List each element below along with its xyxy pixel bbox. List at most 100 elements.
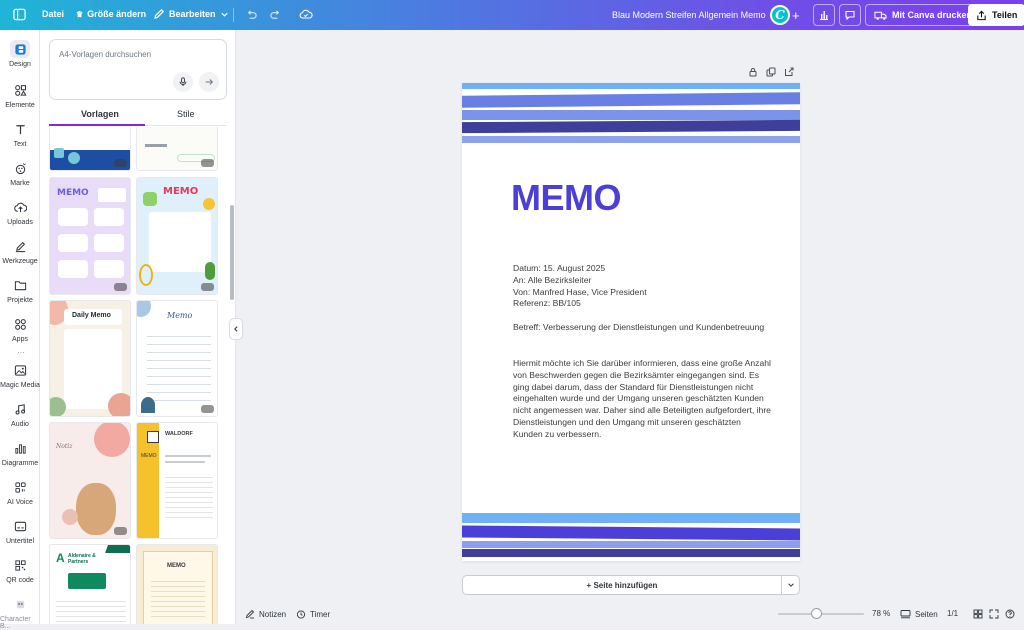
rail-label-text: Text [13,141,27,148]
left-rail: Design Elemente Text Marke Uploads Werkz… [0,30,40,630]
design-icon [14,43,26,55]
resize-button[interactable]: ♛ Größe ändern [76,9,146,19]
pages-label: Seiten [915,609,938,619]
rail-item-audio[interactable]: Audio [0,400,40,428]
rail-item-apps[interactable]: Apps [0,315,40,343]
crown-icon: ♛ [76,9,84,19]
zoom-level[interactable]: 78 % [872,609,890,618]
redo-icon [270,10,280,19]
zoom-slider-handle[interactable] [811,608,823,619]
comment-icon [845,10,855,21]
redo-button[interactable] [269,8,282,21]
panel-tabs: Vorlagen Stile [49,106,227,126]
memo-page[interactable]: MEMO Datum: 15. August 2025 An: Alle Bez… [462,83,800,561]
notes-button[interactable]: Notizen [245,609,286,619]
zoom-value: 78 % [872,609,891,618]
rail-label-qr-code: QR code [6,577,34,584]
chevron-left-icon [234,326,238,332]
rail-item-charts[interactable]: Diagramme [0,439,40,467]
template-thumb[interactable]: Daily Memo [49,300,131,417]
memo-from: Von: Manfred Hase, Vice President [513,286,647,297]
undo-button[interactable] [245,8,258,21]
stripe [462,110,800,120]
rail-item-character[interactable]: Character B... [0,595,40,630]
document-title[interactable]: Blau Modern Streifen Allgemein Memo [612,10,766,20]
rail-item-elements[interactable]: Elemente [0,81,40,109]
cloud-save-button[interactable] [299,8,313,21]
share-icon [977,10,986,20]
panel-scrollbar[interactable] [230,205,234,300]
search-box[interactable]: A4-Vorlagen durchsuchen [49,39,227,100]
insights-button[interactable] [813,4,835,26]
add-page-options-button[interactable] [781,575,800,595]
memo-title[interactable]: MEMO [511,177,622,219]
collapse-panel-button[interactable] [229,318,243,340]
grid-view-button[interactable] [973,609,983,619]
edit-menu[interactable]: Bearbeiten [153,8,229,20]
sidebar-toggle-icon [13,8,26,21]
help-button[interactable] [1005,609,1015,619]
search-submit-button[interactable] [199,72,219,92]
stripe [462,525,800,541]
edit-label: Bearbeiten [169,9,216,19]
rail-label-brand: Marke [10,180,30,187]
voice-search-button[interactable] [173,72,193,92]
ai-voice-icon [14,481,26,493]
divider [233,8,234,22]
rail-item-brand[interactable]: Marke [0,159,40,187]
add-page-button[interactable]: + Seite hinzufügen [462,575,781,595]
tab-styles[interactable]: Stile [177,109,195,119]
undo-icon [247,10,257,19]
tools-icon [15,241,25,252]
template-thumb[interactable]: MEMO [49,177,131,295]
pages-button[interactable]: Seiten [900,609,938,619]
memo-date: Datum: 15. August 2025 [513,263,606,273]
rail-item-uploads[interactable]: Uploads [0,198,40,226]
rail-item-qr-code[interactable]: QR code [0,556,40,584]
template-thumb[interactable]: MEMO [136,544,218,624]
file-menu[interactable]: Datei [42,9,64,19]
rail-label-projects: Projekte [7,297,33,304]
avatar[interactable]: C [770,5,790,25]
rail-item-design[interactable]: Design [0,40,40,68]
memo-header-block[interactable]: Datum: 15. August 2025 An: Alle Bezirksl… [513,263,768,310]
rail-item-tools[interactable]: Werkzeuge [0,237,40,265]
template-thumb[interactable] [49,127,131,171]
memo-subject[interactable]: Betreff: Verbesserung der Dienstleistung… [513,322,768,334]
template-thumb[interactable]: A Aldenaire & Partners [49,544,131,624]
premium-crown-icon [114,159,127,167]
rail-item-subtitles[interactable]: Untertitel [0,517,40,545]
tab-templates[interactable]: Vorlagen [81,109,119,119]
rail-item-magic-media[interactable]: Magic Media [0,361,40,389]
apps-icon [14,318,26,330]
rail-item-text[interactable]: Text [0,120,40,148]
add-page-icon[interactable] [784,67,794,77]
template-thumb[interactable]: MEMO WALDORF [136,422,218,539]
add-collaborator-button[interactable]: + [792,8,800,23]
fullscreen-button[interactable] [989,609,999,619]
memo-body[interactable]: Hiermit möchte ich Sie darüber informier… [513,358,771,441]
page-count-value: 1/1 [947,609,959,618]
template-thumb[interactable]: Memo [136,300,218,417]
template-thumb[interactable]: MEMO [136,177,218,295]
template-thumb[interactable] [136,127,218,171]
character-icon [16,600,24,608]
timer-button[interactable]: Timer [296,609,330,619]
lock-icon[interactable] [748,67,758,77]
template-brand: WALDORF [165,431,193,437]
comments-button[interactable] [839,4,861,26]
search-input[interactable]: A4-Vorlagen durchsuchen [59,50,151,59]
stripe [462,92,800,108]
share-button[interactable]: Teilen [968,4,1024,26]
template-title: MEMO [163,186,199,197]
rail-item-projects[interactable]: Projekte [0,276,40,304]
rail-label-elements: Elemente [5,102,35,109]
bar-chart-icon [820,11,828,21]
rail-item-ai-voice[interactable]: AI Voice [0,478,40,506]
duplicate-page-icon[interactable] [766,67,776,77]
template-thumb[interactable]: Notiz [49,422,131,539]
memo-to: An: Alle Bezirksleiter [513,274,592,285]
print-button[interactable]: Mit Canva drucken [865,4,982,26]
template-title: Daily Memo [72,312,111,319]
toggle-sidebar-button[interactable] [13,8,26,21]
